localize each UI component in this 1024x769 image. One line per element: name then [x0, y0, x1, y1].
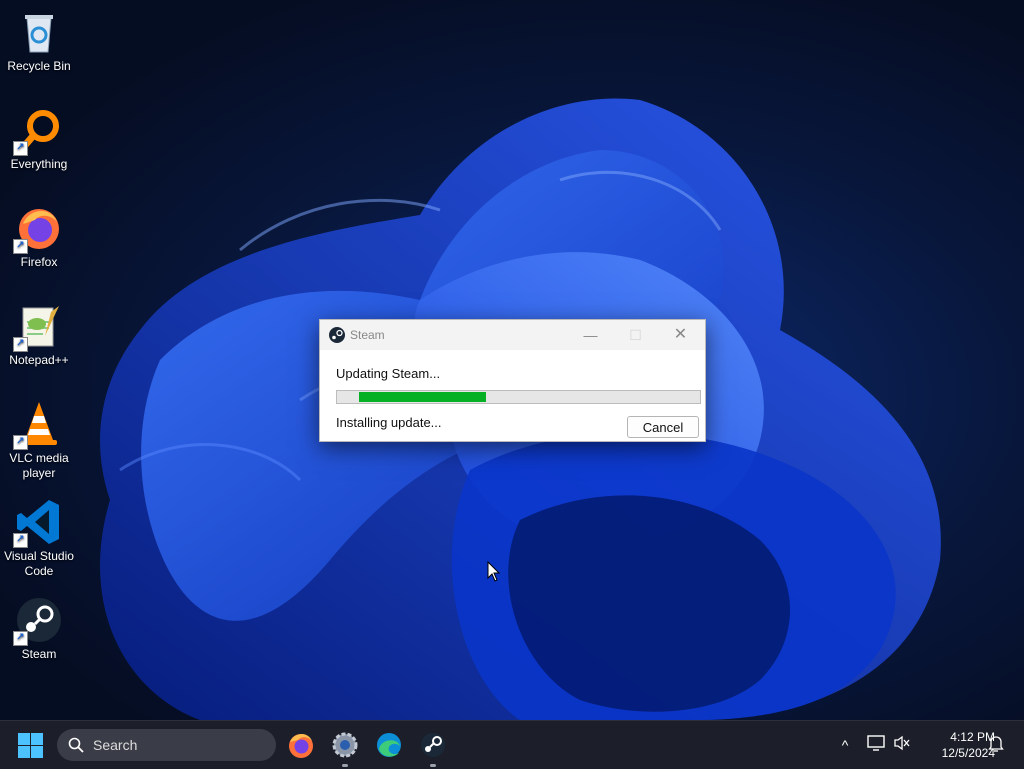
- shortcut-arrow-icon: ↗: [13, 631, 28, 646]
- network-icon[interactable]: [866, 735, 886, 755]
- recycle-bin-icon: [15, 8, 63, 56]
- shortcut-arrow-icon: ↗: [13, 239, 28, 254]
- desktop-icon-label: VLC media player: [9, 451, 69, 480]
- progress-bar-fill: [359, 392, 486, 402]
- minimize-button[interactable]: —: [568, 320, 613, 350]
- clock-time: 4:12 PM: [950, 730, 995, 744]
- desktop-icon-vlc[interactable]: ↗ VLC media player: [2, 400, 76, 481]
- cancel-button[interactable]: Cancel: [627, 416, 699, 438]
- windows-logo-icon: [18, 733, 30, 745]
- desktop-icon-vscode[interactable]: ↗ Visual Studio Code: [2, 498, 76, 579]
- taskbar-settings[interactable]: [329, 729, 361, 767]
- desktop-icon-everything[interactable]: ↗ Everything: [2, 106, 76, 172]
- dialog-titlebar[interactable]: Steam — ☐ ✕: [320, 320, 705, 350]
- shortcut-arrow-icon: ↗: [13, 141, 28, 156]
- taskbar-steam[interactable]: [417, 729, 449, 767]
- dialog-title: Steam: [350, 328, 385, 342]
- running-indicator: [430, 764, 436, 767]
- taskbar-edge[interactable]: [373, 729, 405, 761]
- desktop-icon-recycle-bin[interactable]: Recycle Bin: [2, 8, 76, 74]
- taskbar-clock[interactable]: 4:12 PM 12/5/2024: [915, 729, 995, 761]
- chevron-up-icon[interactable]: ^: [835, 735, 855, 755]
- taskbar-search-box[interactable]: Search: [57, 729, 276, 761]
- notification-bell-icon[interactable]: [986, 735, 1006, 755]
- everything-search-icon: ↗: [13, 106, 63, 156]
- desktop-icon-label: Steam: [21, 647, 57, 661]
- notepadpp-icon: ↗: [13, 302, 63, 352]
- steam-icon: ↗: [13, 596, 63, 646]
- shortcut-arrow-icon: ↗: [13, 533, 28, 548]
- desktop-icon-notepadpp[interactable]: ↗ Notepad++: [2, 302, 76, 368]
- vscode-icon: ↗: [13, 498, 63, 548]
- settings-icon: [332, 732, 358, 758]
- maximize-button: ☐: [629, 327, 642, 343]
- vlc-icon: ↗: [13, 400, 63, 450]
- close-button[interactable]: ✕: [658, 320, 703, 350]
- update-status-text: Updating Steam...: [336, 366, 441, 381]
- desktop-icon-label: Recycle Bin: [7, 59, 71, 73]
- steam-icon: [421, 733, 445, 757]
- running-indicator: [342, 764, 348, 767]
- firefox-icon: ↗: [13, 204, 63, 254]
- clock-date: 12/5/2024: [941, 746, 995, 760]
- update-substatus-text: Installing update...: [336, 415, 442, 430]
- steam-update-dialog: Steam — ☐ ✕ Updating Steam... Installing…: [319, 319, 706, 442]
- start-button[interactable]: [18, 733, 44, 759]
- search-label: Search: [93, 737, 138, 753]
- taskbar-firefox[interactable]: [285, 729, 317, 761]
- shortcut-arrow-icon: ↗: [13, 435, 28, 450]
- volume-muted-icon[interactable]: [892, 735, 912, 755]
- desktop-icon-firefox[interactable]: ↗ Firefox: [2, 204, 76, 270]
- desktop-icon-label: Notepad++: [9, 353, 69, 367]
- firefox-icon: [289, 733, 313, 758]
- shortcut-arrow-icon: ↗: [13, 337, 28, 352]
- steam-icon: [329, 327, 345, 343]
- search-icon: [68, 737, 84, 753]
- desktop-icon-label: Visual Studio Code: [4, 549, 74, 578]
- desktop-icon-steam[interactable]: ↗ Steam: [2, 596, 76, 662]
- update-progress-bar: [336, 390, 701, 404]
- desktop-icon-label: Everything: [10, 157, 68, 171]
- desktop-icon-label: Firefox: [20, 255, 58, 269]
- mouse-cursor: [487, 561, 501, 582]
- taskbar: Search ^ 4:12 PM 12/5/2024: [0, 720, 1024, 769]
- edge-icon: [377, 733, 401, 757]
